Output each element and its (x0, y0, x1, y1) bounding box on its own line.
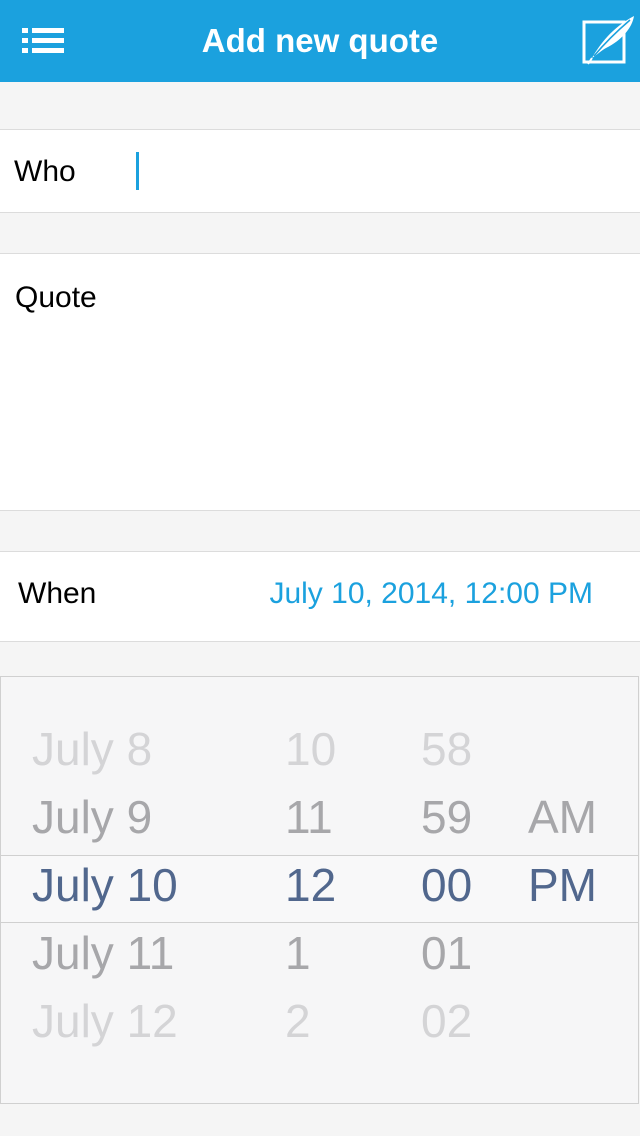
picker-date-selected[interactable]: July 10 (32, 851, 262, 919)
picker-minute-item[interactable]: 58 (421, 715, 501, 783)
bottom-spacer (0, 1104, 640, 1136)
when-row[interactable]: When July 10, 2014, 12:00 PM (0, 551, 640, 642)
picker-minute-item[interactable]: 59 (421, 783, 501, 851)
page-title: Add new quote (201, 22, 439, 59)
picker-hour-item[interactable]: 10 (285, 715, 365, 783)
quote-row: Quote (0, 253, 640, 511)
when-value[interactable]: July 10, 2014, 12:00 PM (269, 576, 593, 612)
picker-ampm-column[interactable]: AM PM (528, 783, 628, 919)
picker-hour-column[interactable]: 10 11 12 1 2 (285, 715, 365, 1055)
when-label: When (18, 577, 97, 610)
picker-ampm-selected[interactable]: PM (528, 851, 628, 919)
picker-date-column[interactable]: July 8 July 9 July 10 July 11 July 12 (32, 715, 262, 1055)
add-quote-screen: Add new quote Who Quote When July 10, 20… (0, 0, 640, 1136)
who-row: Who (0, 129, 640, 213)
picker-minute-item[interactable]: 02 (421, 987, 501, 1055)
picker-hour-item[interactable]: 1 (285, 919, 365, 987)
quill-compose-icon (582, 16, 634, 65)
picker-date-item[interactable]: July 12 (32, 987, 262, 1055)
picker-minute-column[interactable]: 58 59 00 01 02 (421, 715, 501, 1055)
quote-textarea[interactable] (130, 268, 624, 502)
picker-hour-item[interactable]: 2 (285, 987, 365, 1055)
picker-minute-item[interactable]: 01 (421, 919, 501, 987)
picker-date-item[interactable]: July 9 (32, 783, 262, 851)
picker-minute-selected[interactable]: 00 (421, 851, 501, 919)
picker-date-item[interactable]: July 8 (32, 715, 262, 783)
picker-hour-selected[interactable]: 12 (285, 851, 365, 919)
who-label: Who (14, 155, 76, 188)
text-cursor (136, 152, 139, 190)
quote-label: Quote (15, 281, 97, 314)
picker-date-item[interactable]: July 11 (32, 919, 262, 987)
who-input[interactable] (120, 140, 620, 202)
compose-button[interactable] (576, 14, 638, 66)
date-time-picker[interactable]: July 8 July 9 July 10 July 11 July 12 10… (0, 676, 639, 1104)
picker-ampm-item[interactable]: AM (528, 783, 628, 851)
navigation-bar: Add new quote (0, 0, 640, 82)
picker-hour-item[interactable]: 11 (285, 783, 365, 851)
